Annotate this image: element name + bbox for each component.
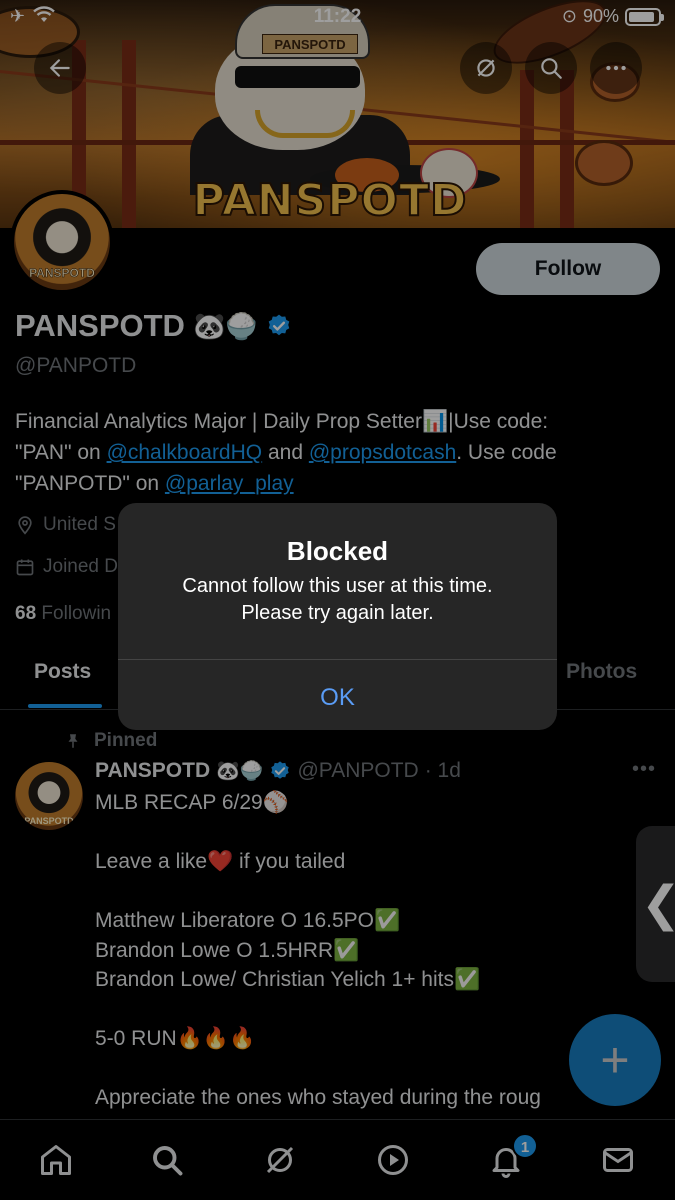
dialog-message-line: Cannot follow this user at this time. bbox=[182, 575, 493, 597]
dialog-ok-button[interactable]: OK bbox=[118, 660, 557, 730]
dialog-title: Blocked bbox=[286, 536, 389, 566]
blocked-alert-dialog: Blocked Cannot follow this user at this … bbox=[118, 503, 557, 730]
dialog-message: Cannot follow this user at this time. Pl… bbox=[138, 573, 537, 627]
dialog-message-line: Please try again later. bbox=[241, 602, 434, 624]
